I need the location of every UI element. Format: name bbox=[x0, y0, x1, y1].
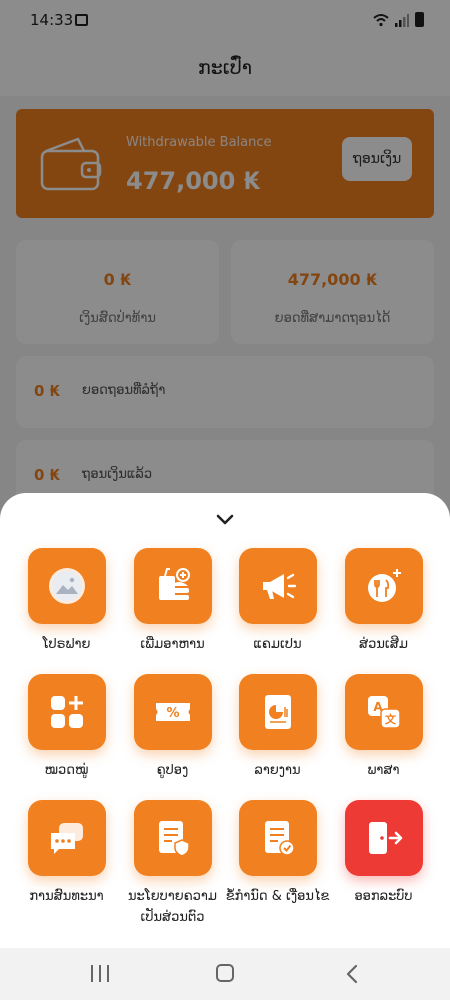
menu-item-terms[interactable]: ຂໍ້ກຳນົດ & ເງື່ອນໄຂ bbox=[225, 800, 330, 907]
menu-item-label: ພາສາ bbox=[367, 763, 400, 778]
menu-item-label: ຂໍ້ກຳນົດ & ເງື່ອນໄຂ bbox=[225, 889, 330, 904]
menu-item-label: ນະໂຍບາຍຄວາມເປັນສ່ວນຕົວ bbox=[127, 889, 218, 925]
coupon-icon: % bbox=[133, 674, 212, 750]
report-icon bbox=[238, 674, 317, 750]
chevron-down-icon[interactable] bbox=[216, 514, 234, 526]
menu-item-label: ເພີ່ມອາຫານ bbox=[140, 637, 205, 652]
menu-item-coupon[interactable]: % ຄູປອງ bbox=[120, 674, 225, 781]
menu-item-profile[interactable]: ໂປຣຟາຍ bbox=[14, 548, 119, 655]
back-icon[interactable] bbox=[343, 964, 361, 984]
menu-item-report[interactable]: ລາຍງານ bbox=[225, 674, 330, 781]
recent-apps-icon[interactable] bbox=[91, 965, 109, 982]
menu-item-label: ແຄມເປນ bbox=[253, 637, 302, 652]
chat-icon bbox=[27, 800, 106, 876]
svg-text:文: 文 bbox=[385, 712, 397, 726]
menu-item-campaign[interactable]: ແຄມເປນ bbox=[225, 548, 330, 655]
menu-item-add-on[interactable]: ສ່ວນເສີມ bbox=[331, 548, 436, 655]
profile-image-icon bbox=[27, 548, 106, 624]
terms-icon bbox=[238, 800, 317, 876]
svg-text:%: % bbox=[166, 706, 179, 721]
menu-item-label: ຄູປອງ bbox=[156, 763, 189, 778]
menu-item-label: ໂປຣຟາຍ bbox=[42, 637, 91, 652]
menu-item-privacy-policy[interactable]: ນະໂຍບາຍຄວາມເປັນສ່ວນຕົວ bbox=[120, 800, 225, 928]
menu-item-language[interactable]: A文 ພາສາ bbox=[331, 674, 436, 781]
megaphone-icon bbox=[238, 548, 317, 624]
home-icon[interactable] bbox=[216, 964, 234, 982]
add-food-icon bbox=[133, 548, 212, 624]
logout-icon bbox=[344, 800, 423, 876]
category-icon bbox=[27, 674, 106, 750]
add-on-icon bbox=[344, 548, 423, 624]
menu-bottom-sheet: ໂປຣຟາຍ ເພີ່ມອາຫານ ແຄມເປນ ສ່ວນເສີມ ໝວດໝູ່… bbox=[0, 493, 450, 948]
language-icon: A文 bbox=[344, 674, 423, 750]
menu-item-chat[interactable]: ການສົນທະນາ bbox=[14, 800, 119, 907]
system-nav-bar bbox=[0, 948, 450, 1000]
menu-item-logout[interactable]: ອອກລະບົບ bbox=[331, 800, 436, 907]
menu-item-label: ໝວດໝູ່ bbox=[44, 763, 89, 778]
privacy-policy-icon bbox=[133, 800, 212, 876]
menu-item-label: ອອກລະບົບ bbox=[354, 889, 413, 904]
menu-item-label: ລາຍງານ bbox=[254, 763, 301, 778]
menu-item-add-food[interactable]: ເພີ່ມອາຫານ bbox=[120, 548, 225, 655]
menu-item-label: ການສົນທະນາ bbox=[29, 889, 104, 904]
menu-item-category[interactable]: ໝວດໝູ່ bbox=[14, 674, 119, 781]
menu-item-label: ສ່ວນເສີມ bbox=[358, 637, 409, 652]
